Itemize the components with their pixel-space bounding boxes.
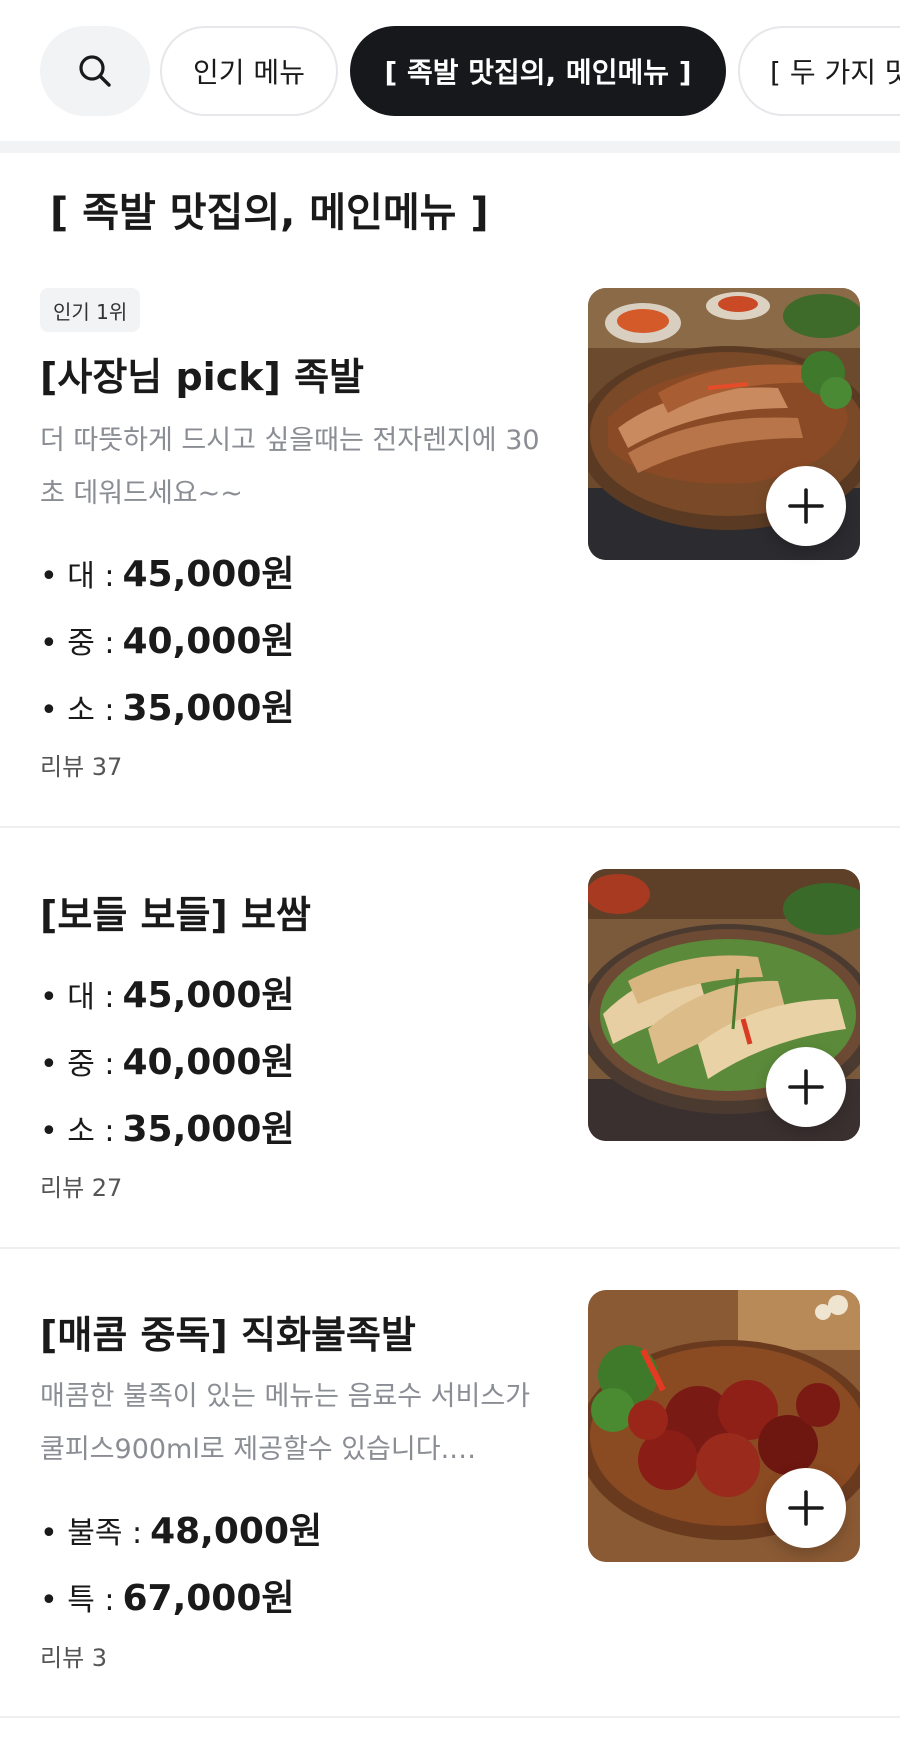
- tab-main-menu[interactable]: [ 족발 맛집의, 메인메뉴 ]: [350, 26, 726, 116]
- tab-two-flavors[interactable]: [ 두 가지 맛: [738, 26, 900, 116]
- add-to-cart-button[interactable]: [766, 466, 846, 546]
- menu-item-description: 매콤한 불족이 있는 메뉴는 음료수 서비스가 쿨피스900ml로 제공할수 있…: [40, 1381, 531, 1465]
- price-amount: 40,000원: [122, 1042, 295, 1083]
- price-amount: 40,000원: [122, 621, 295, 662]
- item-divider: [0, 1247, 900, 1249]
- item-divider: [0, 1716, 900, 1718]
- price-row: • 대 : 45,000원: [40, 545, 295, 597]
- price-amount: 45,000원: [122, 554, 295, 595]
- item-divider: [0, 826, 900, 828]
- price-amount: 48,000원: [150, 1511, 323, 1552]
- review-count: 리뷰 37: [40, 753, 123, 781]
- category-tab-bar: 인기 메뉴 [ 족발 맛집의, 메인메뉴 ] [ 두 가지 맛: [0, 0, 900, 141]
- tab-popular-menu[interactable]: 인기 메뉴: [160, 26, 338, 116]
- add-to-cart-button[interactable]: [766, 1468, 846, 1548]
- plus-icon: [788, 1490, 824, 1526]
- price-row: • 중 : 40,000원: [40, 612, 295, 664]
- menu-item-description: 더 따뜻하게 드시고 싶을때는 전자렌지에 30초 데워드세요~~: [40, 425, 540, 509]
- price-label: • 중 :: [40, 626, 115, 661]
- review-count: 리뷰 3: [40, 1644, 108, 1672]
- price-row: • 소 : 35,000원: [40, 1100, 295, 1152]
- review-count: 리뷰 27: [40, 1174, 123, 1202]
- price-label: • 소 :: [40, 693, 115, 728]
- price-row: • 특 : 67,000원: [40, 1569, 295, 1621]
- price-row: • 불족 : 48,000원: [40, 1502, 322, 1554]
- price-amount: 45,000원: [122, 975, 295, 1016]
- plus-icon: [788, 1069, 824, 1105]
- add-to-cart-button[interactable]: [766, 1047, 846, 1127]
- plus-icon: [788, 488, 824, 524]
- popularity-badge: 인기 1위: [40, 288, 141, 332]
- section-separator: [0, 141, 900, 153]
- price-row: • 소 : 35,000원: [40, 679, 295, 731]
- price-label: • 대 :: [40, 559, 115, 594]
- price-label: • 중 :: [40, 1047, 115, 1082]
- price-label: • 대 :: [40, 980, 115, 1015]
- price-label: • 불족 :: [40, 1516, 143, 1551]
- price-row: • 중 : 40,000원: [40, 1033, 295, 1085]
- price-amount: 35,000원: [122, 688, 295, 729]
- menu-item-name: [매콤 중독] 직화불족발: [40, 1313, 416, 1357]
- section-title: [ 족발 맛집의, 메인메뉴 ]: [50, 190, 489, 236]
- menu-item-name: [보들 보들] 보쌈: [40, 893, 311, 937]
- menu-item-name: [사장님 pick] 족발: [40, 355, 365, 399]
- price-label: • 특 :: [40, 1583, 115, 1618]
- price-row: • 대 : 45,000원: [40, 966, 295, 1018]
- search-button[interactable]: [40, 26, 150, 116]
- price-label: • 소 :: [40, 1114, 115, 1149]
- price-amount: 67,000원: [122, 1578, 295, 1619]
- search-icon: [79, 55, 111, 87]
- price-amount: 35,000원: [122, 1109, 295, 1150]
